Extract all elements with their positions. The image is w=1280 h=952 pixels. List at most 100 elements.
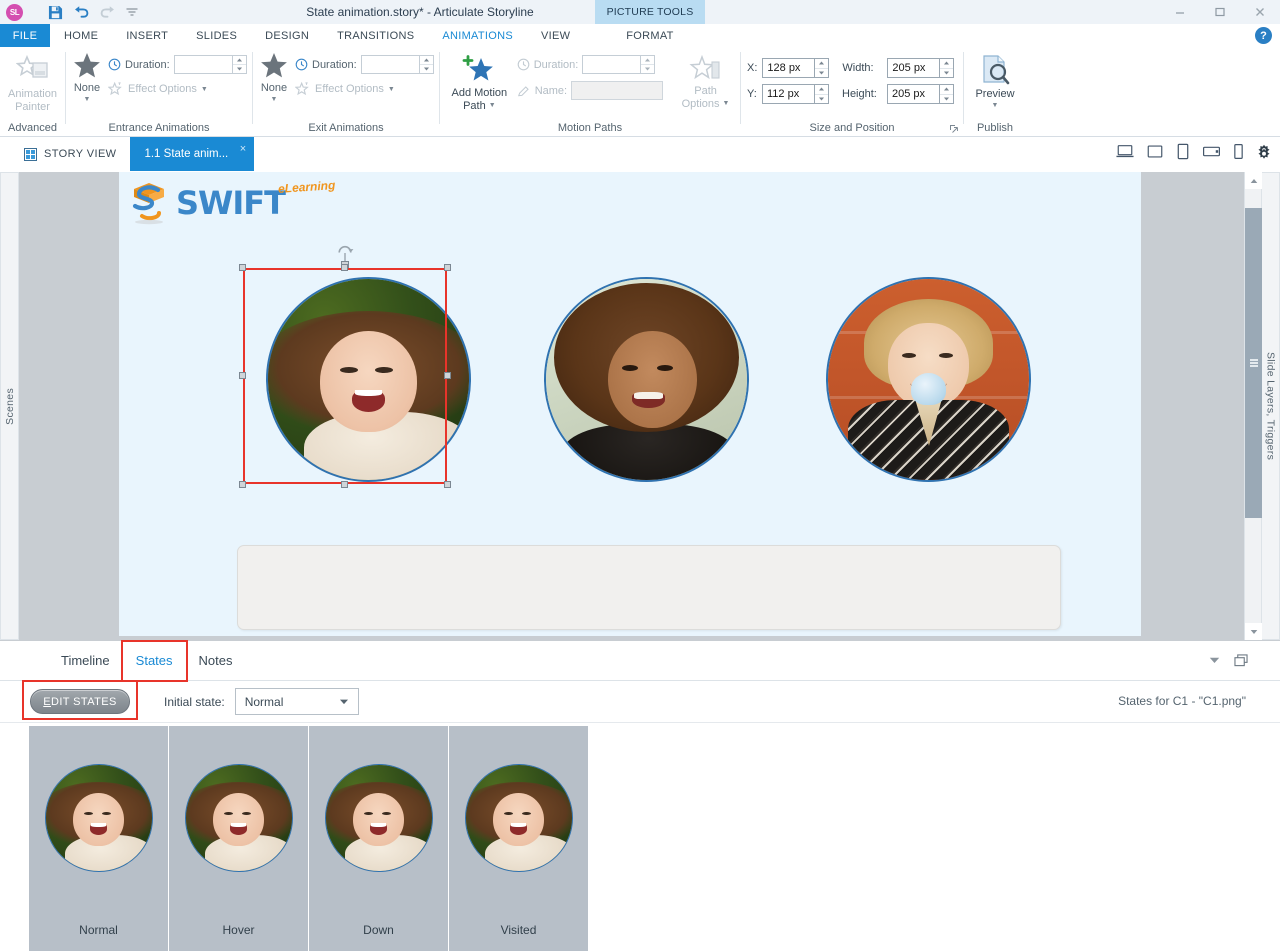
state-card-hover[interactable]: Hover xyxy=(169,726,308,951)
panel-collapse-caret-icon[interactable] xyxy=(1209,657,1220,664)
slide-canvas-area[interactable]: SWIFT eLearning xyxy=(19,172,1261,640)
slide-tab-close-icon[interactable]: × xyxy=(240,143,246,155)
minimize-button[interactable] xyxy=(1160,0,1200,24)
story-view-button[interactable]: STORY VIEW xyxy=(0,137,130,171)
swift-logo-mark-icon xyxy=(132,183,164,225)
x-down-icon[interactable] xyxy=(815,69,828,78)
x-up-icon[interactable] xyxy=(815,59,829,69)
height-input[interactable] xyxy=(887,84,939,104)
monitor-preview-icon[interactable] xyxy=(1146,144,1164,159)
ribbon-tab-animations[interactable]: ANIMATIONS xyxy=(428,24,527,47)
y-up-icon[interactable] xyxy=(815,85,828,95)
maximize-button[interactable] xyxy=(1200,0,1240,24)
scenes-rail-label: Scenes xyxy=(3,387,16,425)
photo-boy-icecream[interactable] xyxy=(826,277,1031,482)
width-up-icon[interactable] xyxy=(940,59,954,69)
add-motion-path-button[interactable]: Add Motion Path ▼ xyxy=(446,52,513,112)
panel-restore-icon[interactable] xyxy=(1234,654,1248,667)
effect-options-icon-exit xyxy=(295,81,309,96)
tab-timeline[interactable]: Timeline xyxy=(48,642,123,680)
state-card-normal[interactable]: Normal xyxy=(29,726,168,951)
entrance-duration-input[interactable] xyxy=(173,55,232,74)
ribbon-tab-view[interactable]: VIEW xyxy=(527,24,584,47)
entrance-none-label: None xyxy=(73,82,101,94)
animation-painter-label-2: Painter xyxy=(15,100,50,113)
help-icon[interactable]: ? xyxy=(1255,27,1272,44)
ribbon-tab-format[interactable]: FORMAT xyxy=(595,24,705,48)
resize-handle-n[interactable] xyxy=(341,264,348,271)
preview-settings-gear-icon[interactable] xyxy=(1256,144,1272,160)
desktop-preview-icon[interactable] xyxy=(1116,144,1134,159)
height-up-icon[interactable] xyxy=(940,85,953,95)
chevron-down-icon[interactable] xyxy=(339,699,349,705)
state-card-down[interactable]: Down xyxy=(309,726,448,951)
x-stepper[interactable] xyxy=(762,58,830,78)
undo-icon[interactable] xyxy=(74,5,89,19)
exit-none-caret-icon[interactable]: ▼ xyxy=(271,96,278,103)
preview-caret-icon[interactable]: ▼ xyxy=(992,102,999,110)
close-button[interactable] xyxy=(1240,0,1280,24)
exit-duration-down-icon[interactable] xyxy=(420,65,433,73)
save-icon[interactable] xyxy=(48,5,63,20)
y-input[interactable] xyxy=(762,84,814,104)
phone-preview-icon[interactable] xyxy=(1233,143,1244,160)
tablet-landscape-preview-icon[interactable] xyxy=(1202,145,1221,158)
resize-handle-ne[interactable] xyxy=(444,264,451,271)
empty-rounded-textbox[interactable] xyxy=(237,545,1061,630)
ribbon-tab-home[interactable]: HOME xyxy=(50,24,112,47)
exit-duration-input[interactable] xyxy=(360,55,419,74)
resize-handle-sw[interactable] xyxy=(239,481,246,488)
states-list[interactable]: Normal Hover Down Visited xyxy=(0,723,1280,951)
state-card-visited[interactable]: Visited xyxy=(449,726,588,951)
slide-tab-1-1[interactable]: 1.1 State anim... × xyxy=(130,137,255,171)
tablet-portrait-preview-icon[interactable] xyxy=(1176,143,1190,160)
animation-painter-button: Animation Painter xyxy=(6,52,59,113)
tab-notes[interactable]: Notes xyxy=(186,642,246,680)
exit-duration-stepper[interactable] xyxy=(360,55,434,74)
resize-handle-e[interactable] xyxy=(444,372,451,379)
exit-none-button[interactable]: None ▼ xyxy=(259,52,289,103)
resize-handle-nw[interactable] xyxy=(239,264,246,271)
add-motion-path-caret-icon[interactable]: ▼ xyxy=(489,102,496,110)
ribbon-tab-insert[interactable]: INSERT xyxy=(112,24,182,47)
customize-qat-icon[interactable] xyxy=(126,7,138,17)
height-label: Height: xyxy=(842,88,877,100)
exit-duration-up-icon[interactable] xyxy=(419,56,433,65)
entrance-duration-up-icon[interactable] xyxy=(232,56,246,65)
edit-states-button[interactable]: E DIT STATES xyxy=(30,689,130,714)
entrance-none-button[interactable]: None ▼ xyxy=(72,52,102,103)
y-down-icon[interactable] xyxy=(815,95,828,104)
ribbon-tab-design[interactable]: DESIGN xyxy=(251,24,323,47)
resize-handle-se[interactable] xyxy=(444,481,451,488)
app-logo-icon[interactable]: SL xyxy=(6,3,23,21)
y-stepper[interactable] xyxy=(762,84,829,104)
initial-state-value: Normal xyxy=(244,694,284,709)
resize-handle-s[interactable] xyxy=(341,481,348,488)
canvas-vertical-scrollbar[interactable] xyxy=(1244,172,1262,640)
slide-layers-triggers-rail[interactable]: Slide Layers, Triggers xyxy=(1261,172,1280,640)
height-down-icon[interactable] xyxy=(940,95,953,104)
x-input[interactable] xyxy=(762,58,815,78)
resize-handle-w[interactable] xyxy=(239,372,246,379)
tab-states[interactable]: States xyxy=(120,639,188,682)
height-stepper[interactable] xyxy=(887,84,954,104)
scrollbar-thumb[interactable] xyxy=(1245,208,1262,518)
width-down-icon[interactable] xyxy=(940,69,953,78)
ribbon-tab-slides[interactable]: SLIDES xyxy=(182,24,251,47)
entrance-duration-stepper[interactable] xyxy=(173,55,247,74)
clock-icon-motion xyxy=(517,58,530,71)
ribbon-tab-transitions[interactable]: TRANSITIONS xyxy=(323,24,428,47)
scroll-up-arrow-icon[interactable] xyxy=(1245,172,1262,189)
entrance-none-caret-icon[interactable]: ▼ xyxy=(84,96,91,103)
scenes-panel-rail[interactable]: Scenes xyxy=(0,172,19,640)
width-stepper[interactable] xyxy=(887,58,955,78)
scroll-down-arrow-icon[interactable] xyxy=(1245,623,1262,640)
preview-button[interactable]: Preview ▼ xyxy=(970,52,1020,110)
ribbon-tab-file[interactable]: FILE xyxy=(0,24,50,47)
motion-duration-stepper xyxy=(582,55,656,74)
entrance-duration-down-icon[interactable] xyxy=(233,65,246,73)
photo-girl-curly[interactable] xyxy=(544,277,749,482)
initial-state-select[interactable]: Normal xyxy=(234,688,359,715)
size-position-dialog-launcher-icon[interactable] xyxy=(949,124,959,134)
width-input[interactable] xyxy=(887,58,940,78)
